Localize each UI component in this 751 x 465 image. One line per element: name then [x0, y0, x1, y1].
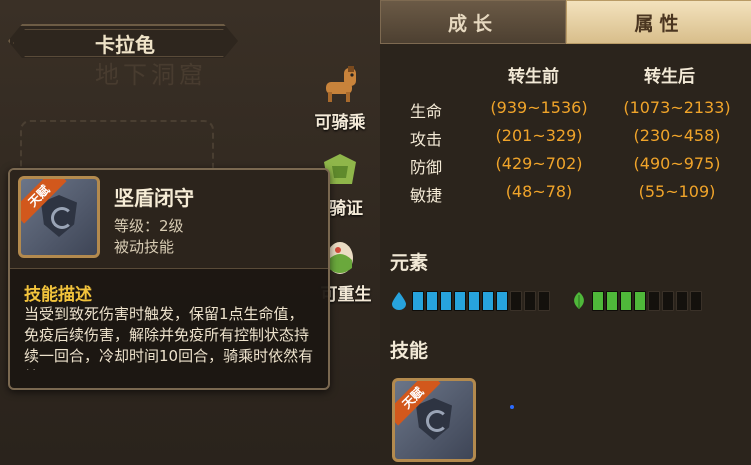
element-segment-filled [496, 291, 508, 311]
tab-attributes[interactable]: 属性 [566, 0, 751, 44]
skill-description-text: 当受到致死伤害时触发，保留1点生命值，免疫后续伤害，解除并免疫所有控制状态持续一… [24, 305, 314, 370]
element-segment-filled [468, 291, 480, 311]
stat-after: (230~458) [633, 126, 721, 145]
swirl-icon [51, 207, 73, 229]
leaf-icon [572, 292, 586, 310]
element-segment-filled [426, 291, 438, 311]
skill-name: 坚盾闭守 [114, 186, 194, 210]
wood-element-bar [572, 290, 704, 312]
element-segment-empty [690, 291, 702, 311]
element-segment-filled [454, 291, 466, 311]
indicator-dot [510, 405, 514, 409]
element-segment-empty [648, 291, 660, 311]
location-ghost-text: 地下洞窟 [95, 61, 207, 89]
stat-name: 生命 [410, 102, 443, 121]
column-after-rebirth: 转生后 [644, 67, 695, 87]
skill-slot[interactable]: 天赋 [392, 378, 476, 462]
column-before-rebirth: 转生前 [508, 67, 559, 87]
element-segment-filled [606, 291, 618, 311]
stat-before: (201~329) [495, 126, 583, 145]
water-segments [412, 291, 552, 311]
skill-level: 等级：2级 [114, 217, 184, 235]
shield-swirl-icon: 天赋 [392, 378, 476, 462]
element-segment-filled [440, 291, 452, 311]
element-segment-filled [482, 291, 494, 311]
stat-row: 攻击 (201~329) (230~458) [380, 126, 751, 150]
element-segment-filled [412, 291, 424, 311]
stat-name: 敏捷 [410, 186, 443, 205]
game-screen: 地下洞窟 卡拉龟 可骑乘 骑证 可重生 天赋 坚盾闭守 等级：2级 被动技能 技… [0, 0, 751, 465]
rideable-button[interactable]: 可骑乘 [305, 62, 375, 133]
attribute-panel: 成长 属性 转生前 转生后 生命 (939~1536) (1073~2133) … [380, 0, 751, 465]
stat-after: (1073~2133) [623, 98, 731, 117]
stat-before: (48~78) [505, 182, 573, 201]
swirl-icon [426, 410, 448, 432]
skill-icon: 天赋 [18, 176, 100, 258]
element-segment-empty [538, 291, 550, 311]
stat-name: 攻击 [410, 130, 443, 149]
element-segment-empty [676, 291, 688, 311]
element-segment-empty [524, 291, 536, 311]
element-segment-empty [510, 291, 522, 311]
stat-row: 敏捷 (48~78) (55~109) [380, 182, 751, 206]
skill-description-title: 技能描述 [24, 285, 92, 305]
skill-section-title: 技能 [390, 340, 429, 362]
horse-icon [318, 62, 362, 106]
rideable-label: 可骑乘 [314, 113, 366, 133]
element-segment-filled [592, 291, 604, 311]
water-element-bar [392, 290, 552, 312]
stat-row: 生命 (939~1536) (1073~2133) [380, 98, 751, 122]
stat-after: (490~975) [633, 154, 721, 173]
element-segment-filled [620, 291, 632, 311]
character-name-banner: 卡拉龟 [8, 24, 238, 58]
stat-before: (939~1536) [490, 98, 588, 117]
character-name: 卡拉龟 [95, 32, 155, 57]
stat-before: (429~702) [495, 154, 583, 173]
water-drop-icon [392, 292, 406, 310]
wood-segments [592, 291, 704, 311]
tab-growth[interactable]: 成长 [380, 0, 566, 44]
element-segment-filled [634, 291, 646, 311]
stat-after: (55~109) [638, 182, 716, 201]
skill-type: 被动技能 [114, 238, 175, 256]
stat-row: 防御 (429~702) (490~975) [380, 154, 751, 178]
stat-name: 防御 [410, 158, 443, 177]
skill-tooltip: 天赋 坚盾闭守 等级：2级 被动技能 技能描述 当受到致死伤害时触发，保留1点生… [8, 168, 330, 390]
element-section-title: 元素 [390, 252, 429, 274]
element-segment-empty [662, 291, 674, 311]
